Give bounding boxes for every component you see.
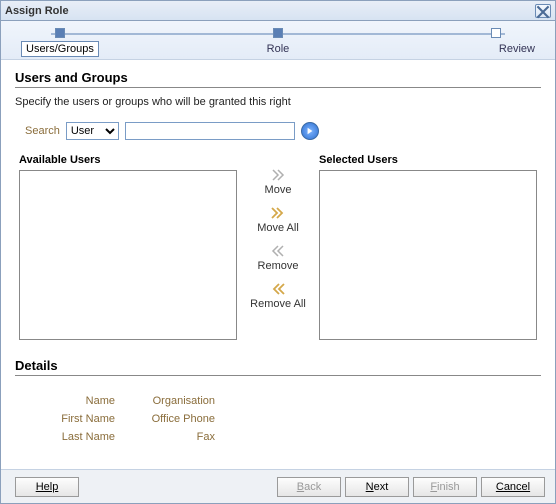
available-listbox[interactable] — [19, 170, 237, 340]
dialog-title: Assign Role — [5, 5, 535, 17]
remove-button[interactable] — [269, 244, 287, 258]
selected-column: Selected Users — [319, 154, 537, 340]
chevron-left-icon — [270, 245, 286, 257]
remove-label: Remove — [258, 260, 299, 272]
page-heading: Users and Groups — [15, 70, 541, 85]
details-heading: Details — [15, 358, 541, 373]
search-row: Search User Group — [15, 122, 541, 140]
selected-listbox[interactable] — [319, 170, 537, 340]
wizard-step-box-3 — [491, 28, 501, 38]
double-chevron-right-icon — [270, 207, 286, 219]
details-col1: Name First Name Last Name — [25, 392, 125, 446]
finish-button[interactable]: Finish — [413, 477, 477, 497]
instruction-text: Specify the users or groups who will be … — [15, 96, 541, 108]
wizard-track-row — [51, 27, 505, 41]
wizard-step-box-1 — [55, 28, 65, 38]
available-label: Available Users — [19, 154, 237, 166]
move-all-button[interactable] — [269, 206, 287, 220]
field-last-name: Last Name — [25, 428, 125, 446]
wizard-step-users-groups[interactable]: Users/Groups — [21, 43, 192, 55]
field-organisation: Organisation — [125, 392, 225, 410]
selected-label: Selected Users — [319, 154, 537, 166]
wizard-step-box-2 — [273, 28, 283, 38]
double-chevron-left-icon — [270, 283, 286, 295]
field-office-phone: Office Phone — [125, 410, 225, 428]
back-button[interactable]: Back — [277, 477, 341, 497]
move-all-label: Move All — [257, 222, 299, 234]
field-fax: Fax — [125, 428, 225, 446]
details-col2: Organisation Office Phone Fax — [125, 392, 225, 446]
close-button[interactable] — [535, 4, 551, 18]
details-divider — [15, 375, 541, 376]
search-go-button[interactable] — [301, 122, 319, 140]
remove-all-label: Remove All — [250, 298, 306, 310]
wizard-step-role[interactable]: Role — [192, 43, 363, 55]
lists-row: Available Users Move Move All Remove — [15, 154, 541, 340]
wizard-step-review[interactable]: Review — [364, 43, 535, 55]
footer-bar: Help Back Next Finish Cancel — [1, 469, 555, 503]
chevron-right-icon — [270, 169, 286, 181]
content-area: Users and Groups Specify the users or gr… — [1, 60, 555, 446]
remove-all-button[interactable] — [269, 282, 287, 296]
search-type-select[interactable]: User Group — [66, 122, 119, 140]
field-name: Name — [25, 392, 125, 410]
assign-role-dialog: Assign Role Users/Groups Role Review Use… — [0, 0, 556, 504]
details-grid: Name First Name Last Name Organisation O… — [15, 384, 541, 446]
search-input[interactable] — [125, 122, 295, 140]
search-label: Search — [25, 125, 60, 137]
help-button[interactable]: Help — [15, 477, 79, 497]
details-section: Details Name First Name Last Name Organi… — [15, 358, 541, 446]
move-button[interactable] — [269, 168, 287, 182]
move-label: Move — [265, 184, 292, 196]
wizard-labels: Users/Groups Role Review — [21, 43, 535, 55]
wizard-bar: Users/Groups Role Review — [1, 21, 555, 60]
close-icon — [536, 5, 550, 19]
heading-divider — [15, 87, 541, 88]
available-column: Available Users — [19, 154, 237, 340]
move-buttons-column: Move Move All Remove Remove All — [245, 154, 311, 318]
cancel-button[interactable]: Cancel — [481, 477, 545, 497]
next-button[interactable]: Next — [345, 477, 409, 497]
titlebar: Assign Role — [1, 1, 555, 21]
field-first-name: First Name — [25, 410, 125, 428]
play-icon — [306, 127, 314, 135]
